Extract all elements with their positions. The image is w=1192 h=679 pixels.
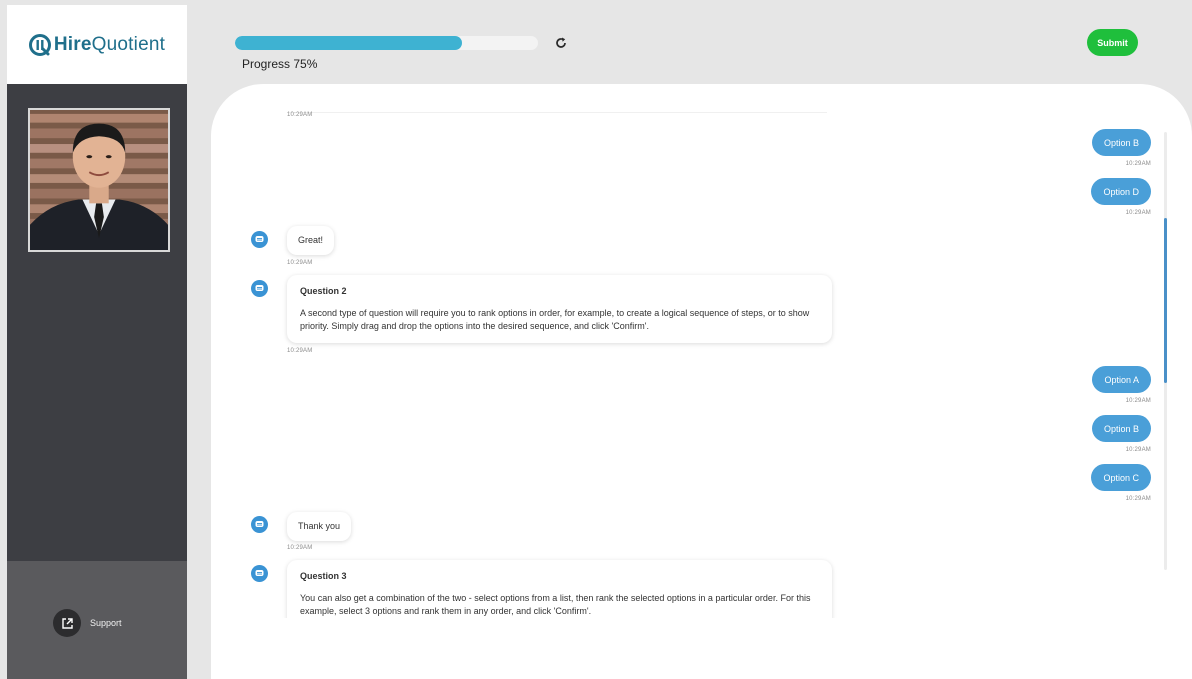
logo: HireQuotient <box>7 5 187 84</box>
user-reply-bubble[interactable]: Option D <box>1091 178 1151 205</box>
external-link-icon <box>53 609 81 637</box>
chat-bot-icon <box>251 231 268 248</box>
message-timestamp: 10:29AM <box>1125 161 1151 167</box>
chat-scroll-area[interactable]: 10:29AM Option B 10:29AM Option D 10:29A… <box>211 84 1192 618</box>
bot-question-bubble: Question 3 You can also get a combinatio… <box>287 560 832 618</box>
message-timestamp: 10:29AM <box>287 545 313 551</box>
progress-bar <box>235 36 538 50</box>
logo-text: HireQuotient <box>54 34 165 56</box>
logo-text-bold: Hire <box>53 33 92 55</box>
question-title: Question 3 <box>300 571 347 581</box>
user-reply-bubble[interactable]: Option C <box>1091 464 1151 491</box>
progress-label: Progress 75% <box>242 57 318 71</box>
message-timestamp: 10:29AM <box>1125 447 1151 453</box>
submit-button[interactable]: Submit <box>1087 29 1138 56</box>
bot-message-bubble: Thank you <box>287 512 352 542</box>
candidate-avatar <box>30 110 168 250</box>
chat-panel: 10:29AM Option B 10:29AM Option D 10:29A… <box>211 84 1192 679</box>
message-timestamp: 10:29AM <box>287 112 313 118</box>
message-timestamp: 10:29AM <box>287 348 313 354</box>
progress-bar-fill <box>235 36 463 50</box>
chat-scrollbar-thumb[interactable] <box>1164 218 1167 383</box>
bot-message-bubble: Great! <box>287 226 335 256</box>
user-reply-bubble[interactable]: Option B <box>1091 129 1151 156</box>
message-timestamp: 10:29AM <box>1125 496 1151 502</box>
support-label: Support <box>90 618 122 628</box>
logo-text-light: Quotient <box>91 33 166 55</box>
support-area: Support <box>7 561 187 679</box>
support-button[interactable]: Support <box>53 609 122 637</box>
message-timestamp: 10:29AM <box>1125 210 1151 216</box>
divider <box>287 112 827 113</box>
user-reply-bubble[interactable]: Option B <box>1091 415 1151 442</box>
question-title: Question 2 <box>300 286 347 296</box>
bot-question-bubble: Question 2 A second type of question wil… <box>287 275 832 344</box>
message-timestamp: 10:29AM <box>1125 398 1151 404</box>
user-reply-bubble[interactable]: Option A <box>1092 366 1151 393</box>
refresh-icon[interactable] <box>554 36 568 50</box>
chat-bot-icon <box>251 280 268 297</box>
candidate-video-feed <box>28 108 170 252</box>
question-text: You can also get a combination of the tw… <box>300 593 811 617</box>
chat-bot-icon <box>251 565 268 582</box>
sidebar: HireQuotient Support <box>7 5 187 679</box>
chat-bot-icon <box>251 516 268 533</box>
hirequotient-logo-icon <box>28 33 51 56</box>
message-timestamp: 10:29AM <box>287 260 313 266</box>
question-text: A second type of question will require y… <box>300 308 810 332</box>
